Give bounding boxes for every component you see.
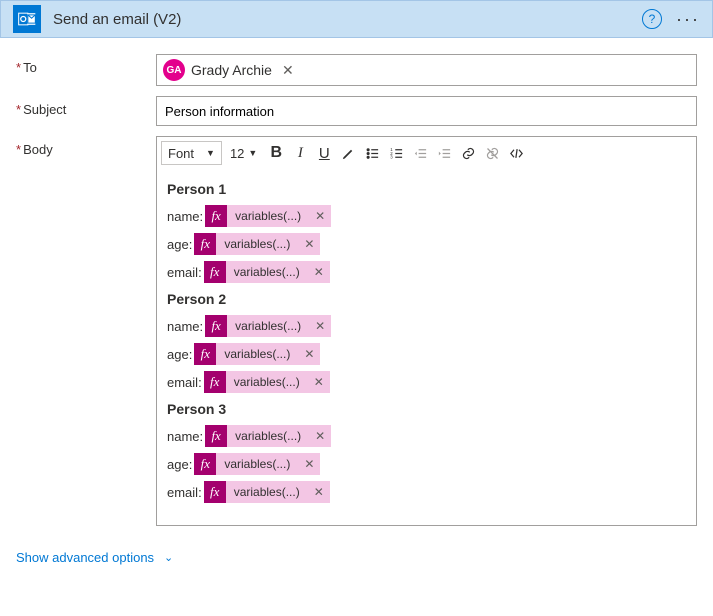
fx-icon: fx [204,371,226,393]
svg-text:3: 3 [390,154,393,159]
action-form: *To GA Grady Archie ✕ *Subject *Body Fon… [0,38,713,546]
person-heading: Person 1 [167,181,686,197]
body-line: name: fxvariables(...)✕ [167,425,686,447]
expression-text: variables(...) [216,233,298,255]
expression-text: variables(...) [227,425,309,447]
field-key: email: [167,265,202,280]
body-content[interactable]: Person 1name: fxvariables(...)✕age: fxva… [157,169,696,525]
field-key: age: [167,237,192,252]
body-line: age: fxvariables(...)✕ [167,343,686,365]
action-title: Send an email (V2) [53,11,642,28]
recipient-chip[interactable]: GA Grady Archie ✕ [163,59,298,81]
body-line: age: fxvariables(...)✕ [167,233,686,255]
fx-icon: fx [204,481,226,503]
expression-text: variables(...) [227,315,309,337]
pen-icon[interactable] [337,141,359,165]
expression-text: variables(...) [216,453,298,475]
expression-token[interactable]: fxvariables(...)✕ [204,371,330,393]
person-heading: Person 2 [167,291,686,307]
chevron-down-icon: ⌄ [164,551,173,564]
expression-token[interactable]: fxvariables(...)✕ [204,481,330,503]
expression-token[interactable]: fxvariables(...)✕ [194,453,320,475]
expression-token[interactable]: fxvariables(...)✕ [205,205,331,227]
body-label: *Body [16,136,156,157]
link-icon[interactable] [457,141,479,165]
remove-token-icon[interactable]: ✕ [308,261,330,283]
expression-token[interactable]: fxvariables(...)✕ [194,233,320,255]
font-size-select[interactable]: 12▼ [224,141,263,165]
bullet-list-icon[interactable] [361,141,383,165]
body-line: name: fxvariables(...)✕ [167,205,686,227]
field-key: age: [167,347,192,362]
to-field[interactable]: GA Grady Archie ✕ [156,54,697,86]
field-key: age: [167,457,192,472]
fx-icon: fx [205,425,227,447]
expression-text: variables(...) [226,261,308,283]
field-key: name: [167,429,203,444]
body-line: email: fxvariables(...)✕ [167,481,686,503]
field-key: name: [167,209,203,224]
subject-input[interactable] [156,96,697,126]
action-header: Send an email (V2) ? ··· [0,0,713,38]
expression-text: variables(...) [216,343,298,365]
bold-button[interactable]: B [265,141,287,165]
subject-label: *Subject [16,96,156,117]
fx-icon: fx [194,343,216,365]
remove-token-icon[interactable]: ✕ [309,425,331,447]
person-heading: Person 3 [167,401,686,417]
number-list-icon[interactable]: 123 [385,141,407,165]
body-line: name: fxvariables(...)✕ [167,315,686,337]
remove-token-icon[interactable]: ✕ [308,371,330,393]
body-line: email: fxvariables(...)✕ [167,371,686,393]
fx-icon: fx [194,233,216,255]
italic-button[interactable]: I [289,141,311,165]
field-key: email: [167,375,202,390]
expression-text: variables(...) [226,371,308,393]
body-line: email: fxvariables(...)✕ [167,261,686,283]
fx-icon: fx [194,453,216,475]
field-key: name: [167,319,203,334]
outlook-icon [13,5,41,33]
field-key: email: [167,485,202,500]
remove-token-icon[interactable]: ✕ [298,453,320,475]
show-advanced-link[interactable]: Show advanced options ⌄ [0,546,189,577]
avatar: GA [163,59,185,81]
fx-icon: fx [204,261,226,283]
fx-icon: fx [205,205,227,227]
font-select[interactable]: Font▼ [161,141,222,165]
recipient-name: Grady Archie [191,62,272,78]
more-menu-icon[interactable]: ··· [676,9,700,30]
expression-token[interactable]: fxvariables(...)✕ [194,343,320,365]
unlink-icon[interactable] [481,141,503,165]
to-label: *To [16,54,156,75]
expression-text: variables(...) [226,481,308,503]
remove-token-icon[interactable]: ✕ [298,233,320,255]
remove-token-icon[interactable]: ✕ [298,343,320,365]
code-view-icon[interactable] [505,141,527,165]
rte-toolbar: Font▼ 12▼ B I U 123 [157,137,696,169]
indent-icon[interactable] [433,141,455,165]
help-icon[interactable]: ? [642,9,662,29]
remove-token-icon[interactable]: ✕ [308,481,330,503]
expression-text: variables(...) [227,205,309,227]
expression-token[interactable]: fxvariables(...)✕ [205,315,331,337]
expression-token[interactable]: fxvariables(...)✕ [205,425,331,447]
underline-button[interactable]: U [313,141,335,165]
expression-token[interactable]: fxvariables(...)✕ [204,261,330,283]
remove-recipient-icon[interactable]: ✕ [278,62,298,79]
remove-token-icon[interactable]: ✕ [309,205,331,227]
outdent-icon[interactable] [409,141,431,165]
remove-token-icon[interactable]: ✕ [309,315,331,337]
fx-icon: fx [205,315,227,337]
body-line: age: fxvariables(...)✕ [167,453,686,475]
rich-text-editor: Font▼ 12▼ B I U 123 [156,136,697,526]
